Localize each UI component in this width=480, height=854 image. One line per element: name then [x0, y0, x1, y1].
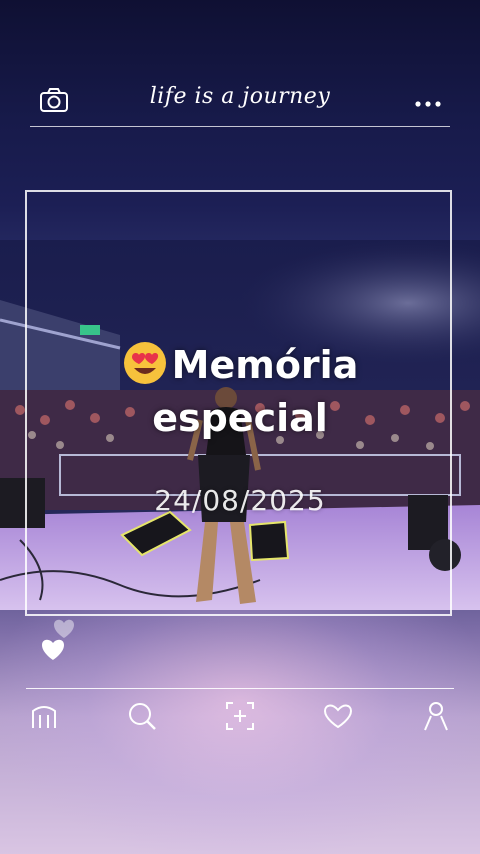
- heart-eyes-emoji-icon: [122, 340, 168, 386]
- more-dots-icon[interactable]: [414, 94, 442, 107]
- caption-line-2: especial: [152, 396, 328, 440]
- top-bar: life is a journey: [30, 80, 450, 127]
- bottom-divider: [26, 688, 454, 689]
- search-icon[interactable]: [124, 698, 160, 734]
- post-date: 24/08/2025: [154, 484, 326, 517]
- heart-icon[interactable]: [320, 698, 356, 734]
- bottom-nav: [26, 696, 454, 736]
- home-icon[interactable]: [26, 698, 62, 734]
- profile-icon[interactable]: [418, 698, 454, 734]
- double-heart-icon[interactable]: [38, 615, 80, 667]
- camera-icon[interactable]: [38, 86, 70, 114]
- add-post-icon[interactable]: [222, 698, 258, 734]
- post-caption: Memória: [0, 340, 480, 387]
- app-title: life is a journey: [149, 84, 331, 109]
- caption-line-1: Memória: [171, 343, 359, 387]
